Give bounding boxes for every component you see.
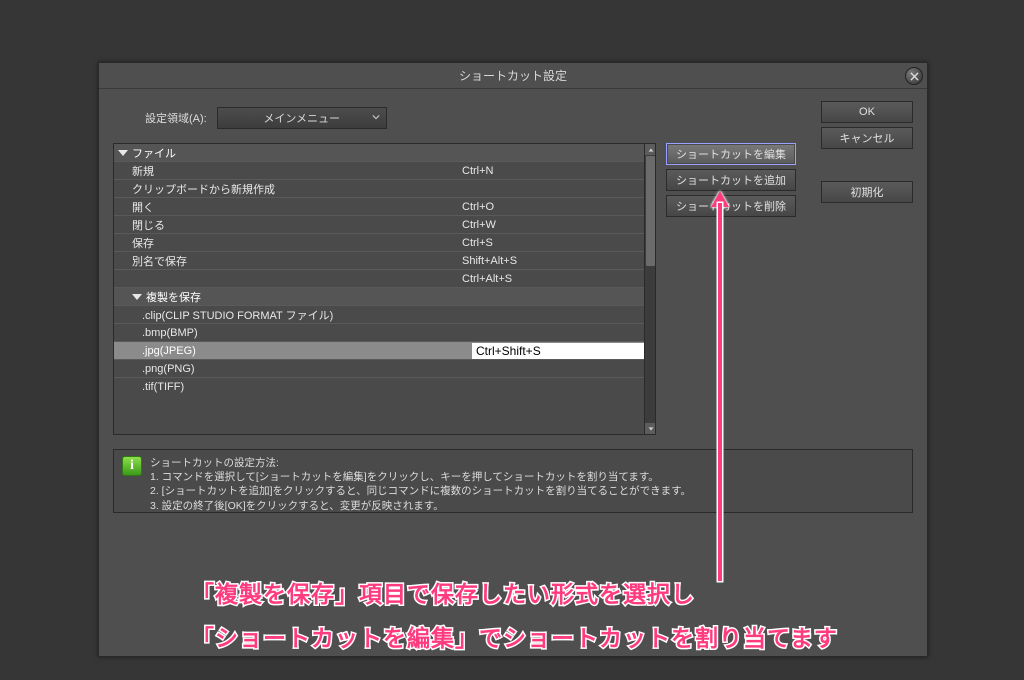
tree-group-file[interactable]: ファイル (114, 144, 644, 162)
annotation-line-2: 「ショートカットを編集」でショートカットを割り当てます (191, 619, 838, 653)
shortcut-edit-input[interactable] (472, 343, 644, 359)
dialog-right-buttons: OK キャンセル 初期化 (821, 101, 913, 203)
settings-area-label: 設定領域(A): (145, 110, 207, 126)
main-columns: ファイル 新規Ctrl+N クリップボードから新規作成 開くCtrl+O 閉じる… (113, 143, 913, 435)
initialize-button[interactable]: 初期化 (821, 181, 913, 203)
tree-item[interactable]: .png(PNG) (114, 360, 644, 378)
disclosure-down-icon (118, 150, 128, 156)
annotation-line-1: 「複製を保存」項目で保存したい形式を選択し (191, 575, 695, 609)
dialog-body: OK キャンセル 初期化 設定領域(A): メインメニュー ファイ (99, 89, 927, 656)
tree-group-duplicate-save[interactable]: 複製を保存 (114, 288, 644, 306)
settings-area-select[interactable]: メインメニュー (217, 107, 387, 129)
tree-item[interactable]: .bmp(BMP) (114, 324, 644, 342)
tree-item-jpg-selected[interactable]: .jpg(JPEG) (114, 342, 644, 360)
ok-button[interactable]: OK (821, 101, 913, 123)
tree-item[interactable]: 閉じるCtrl+W (114, 216, 644, 234)
tree-item[interactable]: クリップボードから新規作成 (114, 180, 644, 198)
scroll-down-icon[interactable] (645, 423, 656, 434)
add-shortcut-button[interactable]: ショートカットを追加 (666, 169, 796, 191)
disclosure-down-icon (132, 294, 142, 300)
tree-item[interactable]: .tif(TIFF) (114, 378, 644, 396)
dialog-title: ショートカット設定 (459, 69, 567, 83)
tree-item[interactable]: 開くCtrl+O (114, 198, 644, 216)
tree-item[interactable]: 別名で保存Shift+Alt+S (114, 252, 644, 270)
edit-shortcut-button[interactable]: ショートカットを編集 (666, 143, 796, 165)
settings-area-row: 設定領域(A): メインメニュー (113, 101, 913, 143)
tree-item[interactable]: Ctrl+Alt+S (114, 270, 644, 288)
tree-item[interactable]: 新規Ctrl+N (114, 162, 644, 180)
shortcut-action-column: ショートカットを編集 ショートカットを追加 ショートカットを削除 (666, 143, 796, 435)
scroll-thumb[interactable] (646, 156, 655, 266)
info-panel: i ショートカットの設定方法: 1. コマンドを選択して[ショートカットを編集]… (113, 449, 913, 513)
tree-scrollbar[interactable] (644, 144, 655, 434)
delete-shortcut-button[interactable]: ショートカットを削除 (666, 195, 796, 217)
command-tree[interactable]: ファイル 新規Ctrl+N クリップボードから新規作成 開くCtrl+O 閉じる… (113, 143, 656, 435)
scroll-up-icon[interactable] (645, 144, 656, 155)
info-icon: i (122, 456, 142, 476)
tree-item[interactable]: .clip(CLIP STUDIO FORMAT ファイル) (114, 306, 644, 324)
settings-area-value: メインメニュー (263, 110, 340, 126)
cancel-button[interactable]: キャンセル (821, 127, 913, 149)
close-icon[interactable] (905, 67, 923, 85)
titlebar: ショートカット設定 (99, 63, 927, 89)
shortcut-settings-dialog: ショートカット設定 OK キャンセル 初期化 設定領域(A): メインメニュー (98, 62, 928, 657)
tree-item[interactable]: 保存Ctrl+S (114, 234, 644, 252)
chevron-down-icon (372, 112, 380, 124)
info-text: ショートカットの設定方法: 1. コマンドを選択して[ショートカットを編集]をク… (150, 456, 691, 506)
